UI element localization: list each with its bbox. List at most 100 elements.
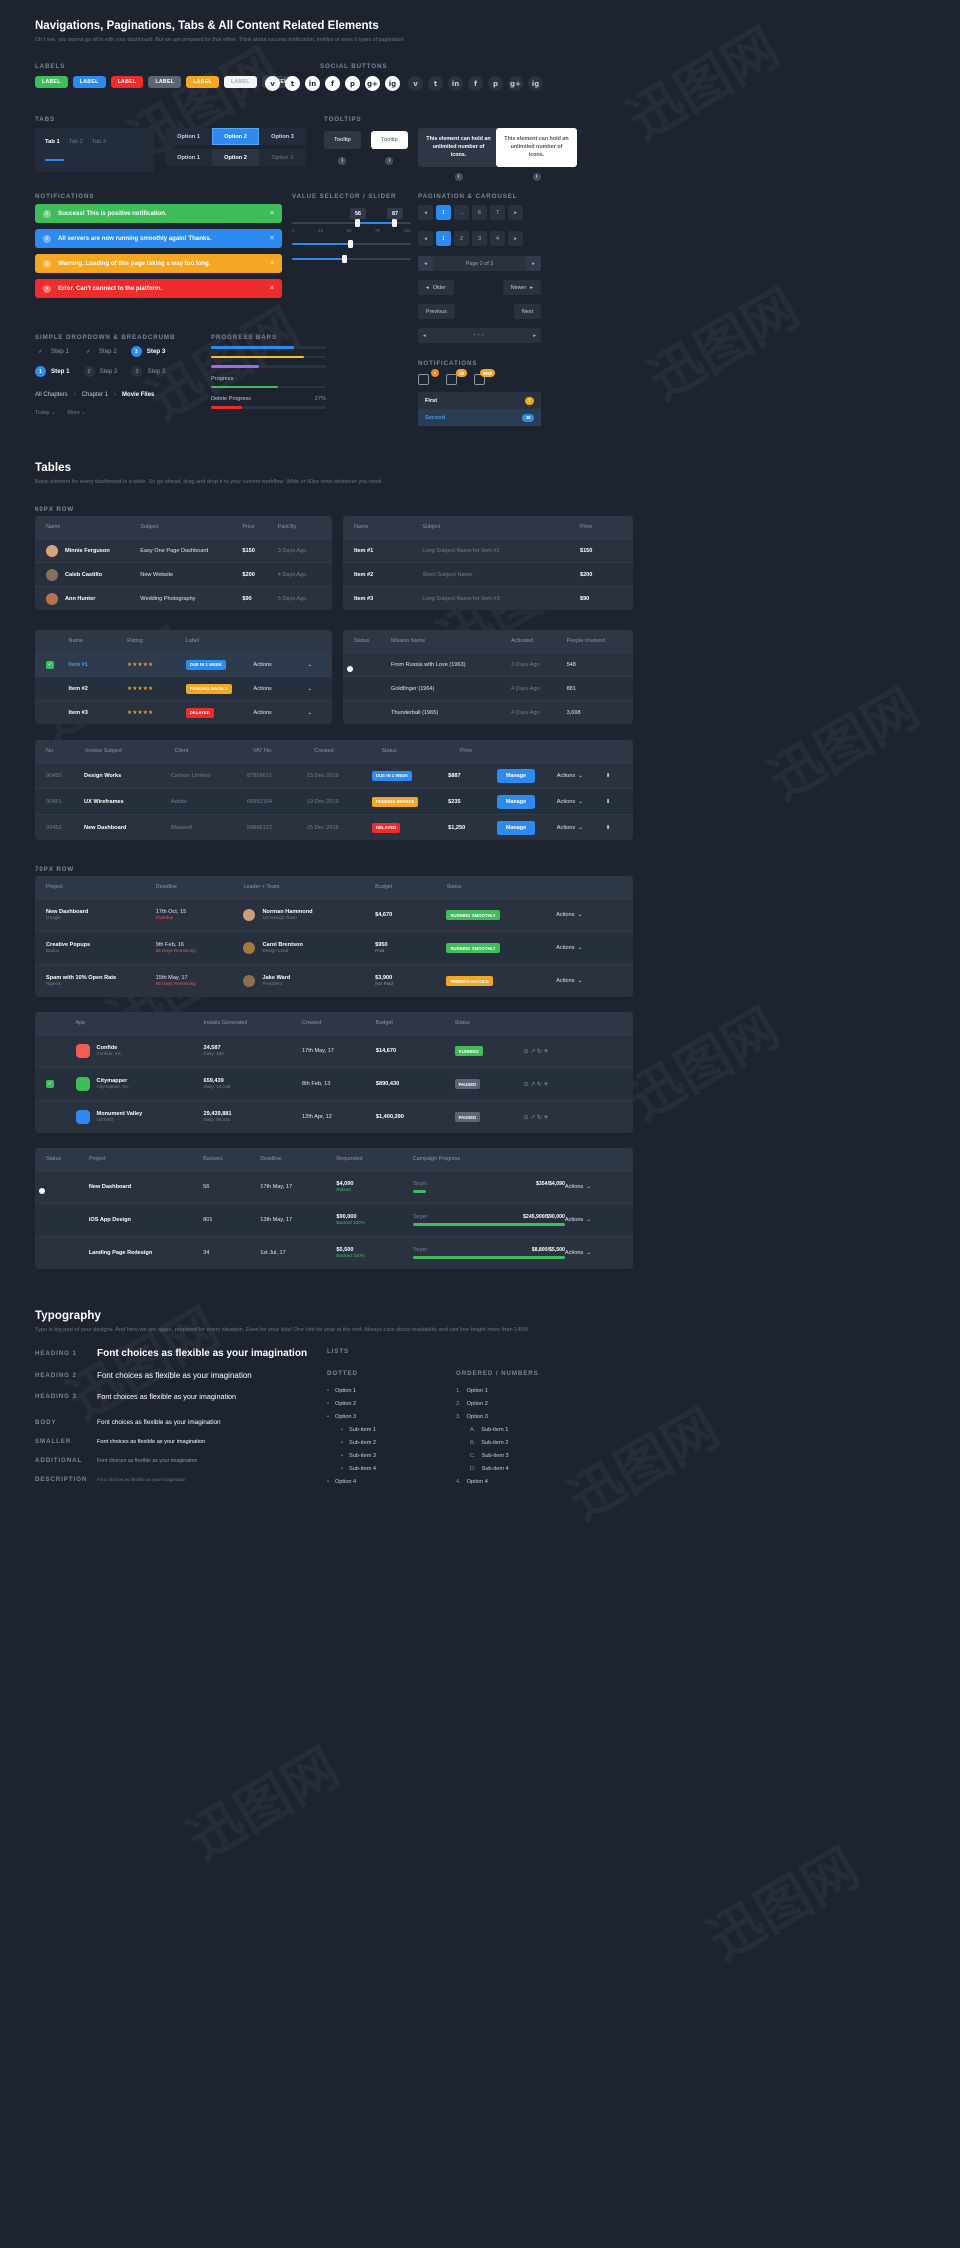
slider-track[interactable]	[292, 255, 411, 263]
dropdown-today[interactable]: Today ⌄	[35, 410, 55, 416]
badge-comment-icon[interactable]: 9999	[474, 369, 495, 385]
tab-tab-3[interactable]: Tab 3	[92, 139, 106, 145]
table-row[interactable]: Ann Hunter Wedding Photography $90 5 Days A…	[35, 586, 332, 610]
step[interactable]: ✓ Step 2	[83, 346, 117, 357]
table-row[interactable]: Creative Popups Badoo 9th Feb, 16 65 Days R…	[35, 931, 633, 964]
breadcrumb-item-2[interactable]: Chapter 1	[82, 392, 108, 398]
steps-row-1[interactable]: ✓ Step 1 ✓ Step 2 3 Step 3	[35, 346, 172, 357]
table-row[interactable]: 00450 Design Works Carlson Limited 87956621…	[35, 762, 633, 788]
social-icon-g+[interactable]: g+	[365, 76, 380, 91]
slider-knob-high[interactable]	[392, 219, 397, 227]
page-4[interactable]: 4	[490, 231, 505, 246]
carousel-dots[interactable]: •••	[473, 333, 485, 339]
table-row[interactable]: Item #1 Long Subject Name for Item #1 $150	[343, 538, 633, 562]
page-▸[interactable]: ▸	[508, 205, 523, 220]
page-◂[interactable]: ◂	[418, 231, 433, 246]
info-icon[interactable]: i	[532, 173, 541, 182]
info-icon[interactable]: i	[338, 157, 347, 165]
table-row[interactable]: iOS App Design 801 13th May, 17 $90,000 Back…	[35, 1203, 633, 1236]
page-3[interactable]: 3	[472, 231, 487, 246]
option-option-3[interactable]: Option 3	[259, 128, 306, 145]
notification-item[interactable]: Second 38	[418, 409, 541, 426]
page-▸[interactable]: ▸	[508, 231, 523, 246]
table-row[interactable]: From Russia with Love (1963) 3 Days Ago 54…	[343, 652, 633, 676]
tab-tab-1[interactable]: Tab 1	[45, 139, 60, 145]
label-badge-2[interactable]: LABEL	[72, 76, 106, 88]
table-row[interactable]: Item #3 Long Subject Name for Item #3 $90	[343, 586, 633, 610]
tab-tab-2[interactable]: Tab 2	[69, 139, 83, 145]
page-prev-arrow[interactable]: ◂	[418, 256, 433, 271]
table-row[interactable]: Minnie Ferguson Easy One Page Dashboard $1…	[35, 538, 332, 562]
table-row[interactable]: Thunderball (1965) 4 Days Ago 3,698	[343, 700, 633, 724]
info-icon[interactable]: i	[385, 157, 394, 165]
social-icon-dark-g+[interactable]: g+	[508, 76, 523, 91]
table-row[interactable]: Confide Confide, Inc. 24,587 Daily: 690 17th…	[35, 1034, 633, 1067]
step[interactable]: 3 Step 3	[130, 346, 165, 357]
table-row[interactable]: ✓ Citymapper Citymapper, Inc. 659,439 Daily:…	[35, 1067, 633, 1100]
pagination-row-2[interactable]: ◂ 1 2 3 4 ▸	[418, 231, 523, 246]
social-buttons-dark[interactable]: v t in f p g+ ig	[408, 76, 543, 91]
close-icon[interactable]: ×	[270, 285, 274, 292]
info-icon[interactable]: i	[454, 173, 463, 182]
badge-inbox-icon[interactable]: 7	[418, 369, 439, 385]
option-row-1[interactable]: Option 1 Option 2 Option 3	[165, 128, 306, 145]
pagination-page-indicator[interactable]: Page 2 of 3 ◂ ▸	[418, 256, 541, 271]
table-row[interactable]: Spam with 10% Open Rate Nigeria 15th May, …	[35, 964, 633, 997]
step[interactable]: 2 Step 2	[83, 366, 117, 377]
pagination-older-newer[interactable]: ◂ Older Newer ▸	[418, 280, 541, 295]
newer-button[interactable]: Newer ▸	[502, 280, 541, 295]
table-row[interactable]: Landing Page Redesign 34 1st Jul, 17 $5,500…	[35, 1236, 633, 1269]
option2-option-2[interactable]: Option 2	[212, 149, 259, 166]
range-slider[interactable]: 56 87 0 25 50 75 100	[292, 208, 411, 233]
table-row[interactable]: ✓ Item #1 ★★★★★ DUE IN 1 WEEK Actions ⌄	[35, 652, 332, 676]
social-icon-dark-f[interactable]: f	[468, 76, 483, 91]
table-row[interactable]: Item #2 Short Subject Name $200	[343, 562, 633, 586]
slider-knob-low[interactable]	[355, 219, 360, 227]
badge-bell-icon[interactable]: 20	[446, 369, 467, 385]
dropdown-row[interactable]: Today ⌄ More ⌄	[35, 410, 86, 416]
page-...[interactable]: ...	[454, 205, 469, 220]
social-icon-dark-t[interactable]: t	[428, 76, 443, 91]
page-1[interactable]: 1	[436, 205, 451, 220]
page-7[interactable]: 7	[490, 205, 505, 220]
social-icon-dark-v[interactable]: v	[408, 76, 423, 91]
step[interactable]: 1 Step 1	[35, 366, 70, 377]
label-badge-6[interactable]: LABEL	[223, 76, 257, 88]
social-icon-dark-in[interactable]: in	[448, 76, 463, 91]
slider-track[interactable]	[292, 240, 411, 248]
social-icon-t[interactable]: t	[285, 76, 300, 91]
table-row[interactable]: Item #3 ★★★★★ DELAYED Actions ⌄	[35, 700, 332, 724]
close-icon[interactable]: ×	[270, 210, 274, 217]
close-icon[interactable]: ×	[270, 235, 274, 242]
steps-row-2[interactable]: 1 Step 1 2 Step 2 3 Step 3	[35, 366, 172, 377]
slider-knob[interactable]	[342, 255, 347, 263]
social-icon-p[interactable]: p	[345, 76, 360, 91]
social-icon-dark-ig[interactable]: ig	[528, 76, 543, 91]
slider-single-1[interactable]	[292, 240, 411, 248]
page-2[interactable]: 2	[454, 231, 469, 246]
notification-badges[interactable]: 7 20 9999	[418, 369, 495, 385]
page-◂[interactable]: ◂	[418, 205, 433, 220]
label-badge-5[interactable]: LABEL	[186, 76, 219, 88]
label-badge-3[interactable]: LABEL	[110, 76, 144, 88]
close-icon[interactable]: ×	[270, 260, 274, 267]
social-icon-v[interactable]: v	[265, 76, 280, 91]
table-row[interactable]: Caleb Castillo New Website $200 4 Days Ago	[35, 562, 332, 586]
step[interactable]: ✓ Step 1	[35, 346, 69, 357]
slider-track[interactable]	[292, 219, 411, 227]
table-row[interactable]: New Dashboard 56 17th May, 17 $4,090 Raised T…	[35, 1170, 633, 1203]
option-option-1[interactable]: Option 1	[165, 128, 212, 145]
breadcrumb[interactable]: All Chapters › Chapter 1 › Movie Files	[35, 392, 154, 398]
slider-single-2[interactable]	[292, 255, 411, 263]
social-icon-in[interactable]: in	[305, 76, 320, 91]
option2-option-3[interactable]: Option 3	[259, 149, 306, 166]
social-icon-f[interactable]: f	[325, 76, 340, 91]
table-row[interactable]: Goldfinger (1964) 4 Days Ago 881	[343, 676, 633, 700]
table-row[interactable]: 00452 New Dashboard Bluewolf 59866122 25 Dec…	[35, 814, 633, 840]
option-option-2[interactable]: Option 2	[212, 128, 259, 145]
breadcrumb-item-3[interactable]: Movie Files	[122, 392, 154, 398]
pagination-prev-next[interactable]: Previous Next	[418, 304, 541, 319]
social-icon-ig[interactable]: ig	[385, 76, 400, 91]
dropdown-more[interactable]: More ⌄	[67, 410, 85, 416]
option2-option-1[interactable]: Option 1	[165, 149, 212, 166]
